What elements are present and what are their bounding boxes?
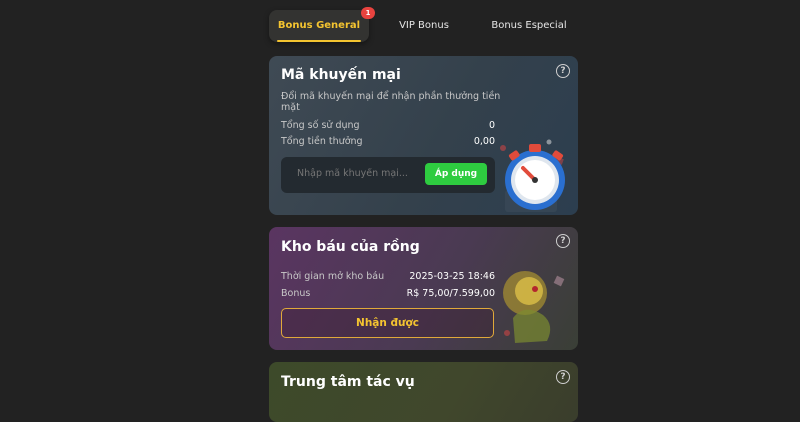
help-icon[interactable]: ? — [556, 234, 570, 248]
total-bonus-label: Tổng tiền thưởng — [281, 136, 363, 147]
tab-bonus-general[interactable]: Bonus General 1 — [269, 7, 375, 42]
card-title: Mã khuyến mại — [281, 67, 401, 83]
help-icon[interactable]: ? — [556, 370, 570, 384]
dragon-illustration — [503, 271, 565, 343]
claim-button[interactable]: Nhận được — [281, 308, 494, 338]
task-center-card: Trung tâm tác vụ ? — [269, 362, 578, 422]
card-title: Kho báu của rồng — [281, 239, 420, 255]
help-icon[interactable]: ? — [556, 64, 570, 78]
tab-vip-bonus[interactable]: VIP Bonus — [384, 10, 464, 42]
bonus-value: R$ 75,00/7.599,00 — [406, 288, 495, 299]
bonus-label: Bonus — [281, 288, 311, 299]
active-tab-underline — [277, 40, 361, 42]
apply-button[interactable]: Áp dụng — [425, 163, 487, 185]
card-title: Trung tâm tác vụ — [281, 374, 415, 390]
bonus-tabs: Bonus General 1 VIP Bonus Bonus Especial — [269, 6, 578, 44]
treasure-open-time-label: Thời gian mở kho báu — [281, 271, 385, 282]
notification-badge: 1 — [361, 7, 375, 19]
tab-label: Bonus General — [277, 20, 361, 31]
stopwatch-illustration — [500, 139, 565, 212]
promo-code-input-box: Áp dụng — [281, 157, 495, 193]
tab-label: VIP Bonus — [399, 20, 449, 31]
promo-code-card: Mã khuyến mại ? Đổi mã khuyến mại để nhậ… — [269, 56, 578, 215]
promo-description: Đổi mã khuyến mại để nhận phần thưởng ti… — [281, 91, 501, 113]
tab-bonus-especial[interactable]: Bonus Especial — [481, 10, 577, 42]
tab-label: Bonus Especial — [491, 20, 567, 31]
treasure-open-time-value: 2025-03-25 18:46 — [409, 271, 495, 282]
dragon-treasure-card: Kho báu của rồng ? Thời gian mở kho báu … — [269, 227, 578, 350]
total-uses-label: Tổng số sử dụng — [281, 120, 360, 131]
promo-code-input[interactable] — [297, 168, 417, 179]
